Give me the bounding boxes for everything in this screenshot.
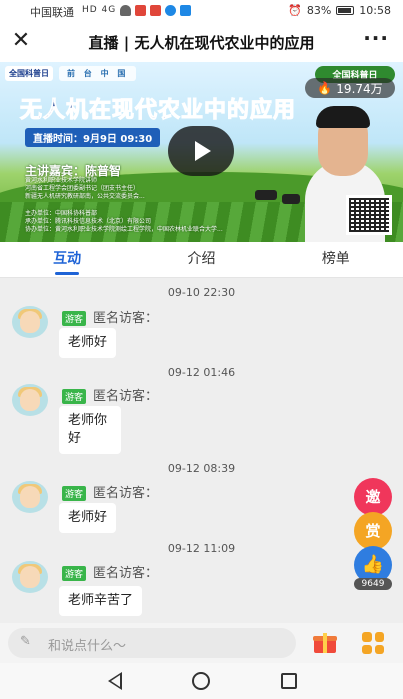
speaker-hair <box>316 106 370 128</box>
avatar <box>12 481 48 513</box>
cow-image <box>255 190 277 200</box>
tab-ranking[interactable]: 榜单 <box>269 242 403 277</box>
avatar <box>12 306 48 338</box>
username: 匿名访客： <box>93 566 159 581</box>
app-icon <box>135 5 146 16</box>
view-count-value: 19.74万 <box>336 81 383 96</box>
logo-kepuri: 全国科普日 <box>5 66 53 81</box>
message-bubble: 老师辛苦了 <box>59 586 143 616</box>
message-timestamp: 09-12 11:09 <box>167 542 236 555</box>
avatar <box>12 384 48 416</box>
tab-bar: 互动 介绍 榜单 <box>0 242 403 278</box>
cow-image <box>282 194 300 204</box>
battery-percent: 83% <box>306 4 332 17</box>
network-indicator: HD 4G <box>82 5 117 15</box>
apps-grid-icon[interactable] <box>362 632 384 654</box>
close-icon[interactable]: ✕ <box>10 28 32 54</box>
notification-icons <box>120 5 191 16</box>
organizers: 主办单位：中国科协科普部 承办单位：腾讯科技信息技术（北京）有限公司 协办单位：… <box>25 210 345 234</box>
app-icon <box>150 5 161 16</box>
battery-icon <box>336 6 355 15</box>
message-timestamp: 09-10 22:30 <box>167 286 236 299</box>
guest-tag: 游客 <box>62 389 87 404</box>
tab-interaction[interactable]: 互动 <box>0 242 134 277</box>
speaker-info-line: 黄河水利职业技术学院讲师 <box>25 177 98 184</box>
gift-icon[interactable] <box>313 631 337 653</box>
like-count: 9649 <box>354 578 392 590</box>
message-bubble: 老师好 <box>59 328 117 358</box>
qr-code <box>346 195 392 235</box>
comment-placeholder: 和说点什么～ <box>48 639 127 654</box>
message-bubble: 老师好 <box>59 503 117 533</box>
speaker-info-line: 河南省工程学会团委副书记（团支书主任） <box>25 185 140 192</box>
guest-tag: 游客 <box>62 311 87 326</box>
alarm-icon: ⏰ <box>288 4 302 17</box>
username: 匿名访客： <box>93 389 159 404</box>
system-nav-bar <box>0 663 403 699</box>
logo-right: 前 台 中 国 <box>59 66 137 81</box>
username: 匿名访客： <box>93 486 159 501</box>
wifi-icon <box>120 5 131 16</box>
input-bar: ✎ 和说点什么～ <box>0 623 403 663</box>
message-bubble: 老师你好 <box>59 406 121 454</box>
page-title: 直播 | 无人机在现代农业中的应用 <box>88 34 315 52</box>
app-icon <box>180 5 191 16</box>
username: 匿名访客： <box>93 311 159 326</box>
status-bar: 中国联通 HD 4G ⏰ 83% 10:58 <box>0 0 403 22</box>
reward-button[interactable]: 赏 <box>354 512 392 550</box>
recent-apps-icon[interactable] <box>281 673 297 689</box>
organizer-line: 主办单位：中国科协科普部 <box>25 210 98 217</box>
guest-tag: 游客 <box>62 566 87 581</box>
home-icon[interactable] <box>192 672 210 690</box>
carrier-label: 中国联通 <box>30 6 74 19</box>
status-right: ⏰ 83% 10:58 <box>288 4 391 17</box>
pencil-icon: ✎ <box>20 634 31 649</box>
clock: 10:58 <box>359 4 391 17</box>
video-player[interactable]: 全国科普日 前 台 中 国 全国科普日 🔥 19.74万 无人机在现代农业中的应… <box>0 62 403 242</box>
avatar <box>12 561 48 593</box>
back-icon[interactable] <box>108 672 122 690</box>
chat-list[interactable]: 09-10 22:30 游客 匿名访客： 老师好 09-12 01:46 游客 … <box>0 278 403 623</box>
header: ✕ 直播 | 无人机在现代农业中的应用 ··· <box>0 22 403 62</box>
more-icon[interactable]: ··· <box>363 28 389 48</box>
message-timestamp: 09-12 08:39 <box>167 462 236 475</box>
event-logos: 全国科普日 前 台 中 国 <box>5 66 137 81</box>
tab-introduction[interactable]: 介绍 <box>134 242 268 277</box>
guest-tag: 游客 <box>62 486 87 501</box>
organizer-line: 协办单位：黄河水利职业技术学院测绘工程学院，中国农林机业联合大学... <box>25 226 223 233</box>
speaker-info-line: 新疆无人机研究教研部南，公共交流委员会... <box>25 193 145 200</box>
invite-button[interactable]: 邀 <box>354 478 392 516</box>
app-icon <box>165 5 176 16</box>
message-timestamp: 09-12 01:46 <box>167 366 236 379</box>
play-icon[interactable] <box>168 126 234 176</box>
live-time: 直播时间：9月9日 09:30 <box>25 128 161 147</box>
video-title: 无人机在现代农业中的应用 <box>19 98 297 124</box>
comment-input[interactable]: ✎ 和说点什么～ <box>8 628 296 658</box>
fire-icon: 🔥 <box>317 81 333 95</box>
organizer-line: 承办单位：腾讯科技信息技术（北京）有限公司 <box>25 218 152 225</box>
speaker-info: 黄河水利职业技术学院讲师 河南省工程学会团委副书记（团支书主任） 新疆无人机研究… <box>25 177 255 201</box>
view-count: 🔥 19.74万 <box>305 78 395 98</box>
